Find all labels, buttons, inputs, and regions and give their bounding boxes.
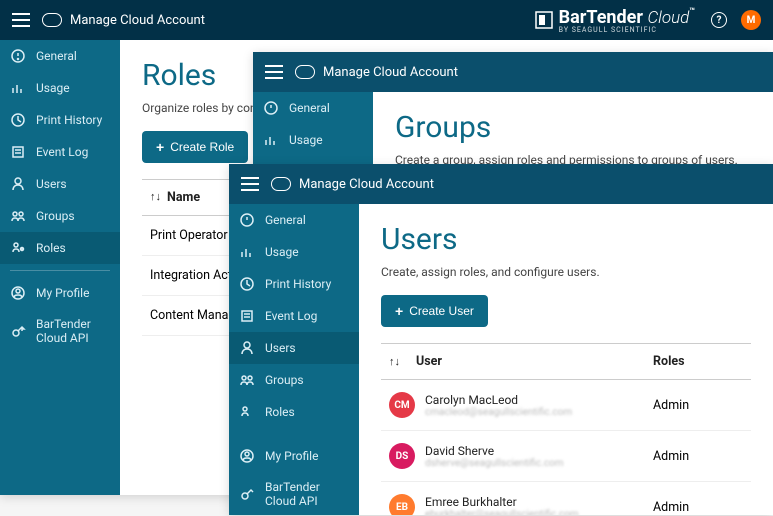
col-name: Name	[167, 190, 200, 205]
user-avatar-badge[interactable]: M	[741, 10, 761, 30]
user-email: dsherve@seagullscientific.com	[425, 458, 564, 469]
hamburger-icon[interactable]	[12, 13, 30, 27]
cloud-icon	[271, 177, 291, 191]
sidebar-item-roles[interactable]: Roles	[229, 396, 359, 428]
col-user[interactable]: User	[416, 354, 442, 369]
titlebar-label: Manage Cloud Account	[70, 13, 205, 28]
table-row[interactable]: EB Emree Burkhaltereburkhalter@seagullsci…	[381, 482, 751, 515]
avatar: EB	[389, 494, 415, 515]
page-title: Users	[381, 222, 751, 257]
sidebar-users: General Usage Print History Event Log Us…	[229, 204, 359, 515]
titlebar-users: Manage Cloud Account	[229, 164, 773, 204]
titlebar-label: Manage Cloud Account	[299, 177, 434, 192]
table-row[interactable]: CM Carolyn MacLeodcmacleod@seagullscienti…	[381, 380, 751, 431]
sidebar-item-my-profile[interactable]: My Profile	[229, 440, 359, 472]
col-roles[interactable]: Roles	[653, 354, 743, 369]
sidebar-item-print-history[interactable]: Print History	[0, 104, 120, 136]
titlebar-roles: Manage Cloud Account BarTender Cloud™ BY…	[0, 0, 773, 40]
sidebar-item-usage[interactable]: Usage	[229, 236, 359, 268]
sidebar-item-general[interactable]: General	[0, 40, 120, 72]
table-row[interactable]: DS David Shervedsherve@seagullscientific.…	[381, 431, 751, 482]
sidebar-item-groups[interactable]: Groups	[229, 364, 359, 396]
sidebar-item-api[interactable]: BarTender Cloud API	[0, 309, 120, 353]
sidebar-roles: General Usage Print History Event Log Us…	[0, 40, 120, 495]
cloud-icon	[295, 65, 315, 79]
help-icon[interactable]: ?	[711, 12, 727, 28]
sidebar-item-my-profile[interactable]: My Profile	[0, 277, 120, 309]
user-role: Admin	[653, 398, 743, 413]
sidebar-item-event-log[interactable]: Event Log	[229, 300, 359, 332]
page-subtitle: Create, assign roles, and configure user…	[381, 265, 751, 279]
user-email: eburkhalter@seagullscientific.com	[425, 509, 579, 516]
sort-icon[interactable]: ↑↓	[389, 355, 400, 368]
titlebar-groups: Manage Cloud Account	[253, 52, 773, 92]
cloud-icon	[42, 13, 62, 27]
sidebar-item-usage[interactable]: Usage	[0, 72, 120, 104]
create-user-button[interactable]: +Create User	[381, 295, 488, 327]
sidebar-item-users[interactable]: Users	[0, 168, 120, 200]
brand-logo: BarTender Cloud™ BY SEAGULL SCIENTIFIC ?…	[535, 7, 761, 34]
create-role-button[interactable]: +Create Role	[142, 131, 248, 163]
table-header: ↑↓ User Roles	[381, 343, 751, 380]
sidebar-item-event-log[interactable]: Event Log	[0, 136, 120, 168]
sidebar-item-users[interactable]: Users	[229, 332, 359, 364]
sidebar-item-general[interactable]: General	[229, 204, 359, 236]
user-name: Emree Burkhalter	[425, 495, 579, 509]
hamburger-icon[interactable]	[265, 65, 283, 79]
avatar: DS	[389, 443, 415, 469]
sidebar-item-roles[interactable]: Roles	[0, 232, 120, 264]
user-role: Admin	[653, 500, 743, 515]
titlebar-label: Manage Cloud Account	[323, 65, 458, 80]
sidebar-item-groups[interactable]: Groups	[0, 200, 120, 232]
sort-icon[interactable]: ↑↓	[150, 190, 161, 205]
avatar: CM	[389, 392, 415, 418]
user-name: Carolyn MacLeod	[425, 393, 572, 407]
page-title: Groups	[395, 110, 751, 145]
user-name: David Sherve	[425, 444, 564, 458]
hamburger-icon[interactable]	[241, 177, 259, 191]
user-email: cmacleod@seagullscientific.com	[425, 407, 572, 418]
sidebar-item-api[interactable]: BarTender Cloud API	[229, 472, 359, 516]
sidebar-item-usage[interactable]: Usage	[253, 124, 373, 156]
sidebar-item-general[interactable]: General	[253, 92, 373, 124]
user-role: Admin	[653, 449, 743, 464]
sidebar-item-print-history[interactable]: Print History	[229, 268, 359, 300]
